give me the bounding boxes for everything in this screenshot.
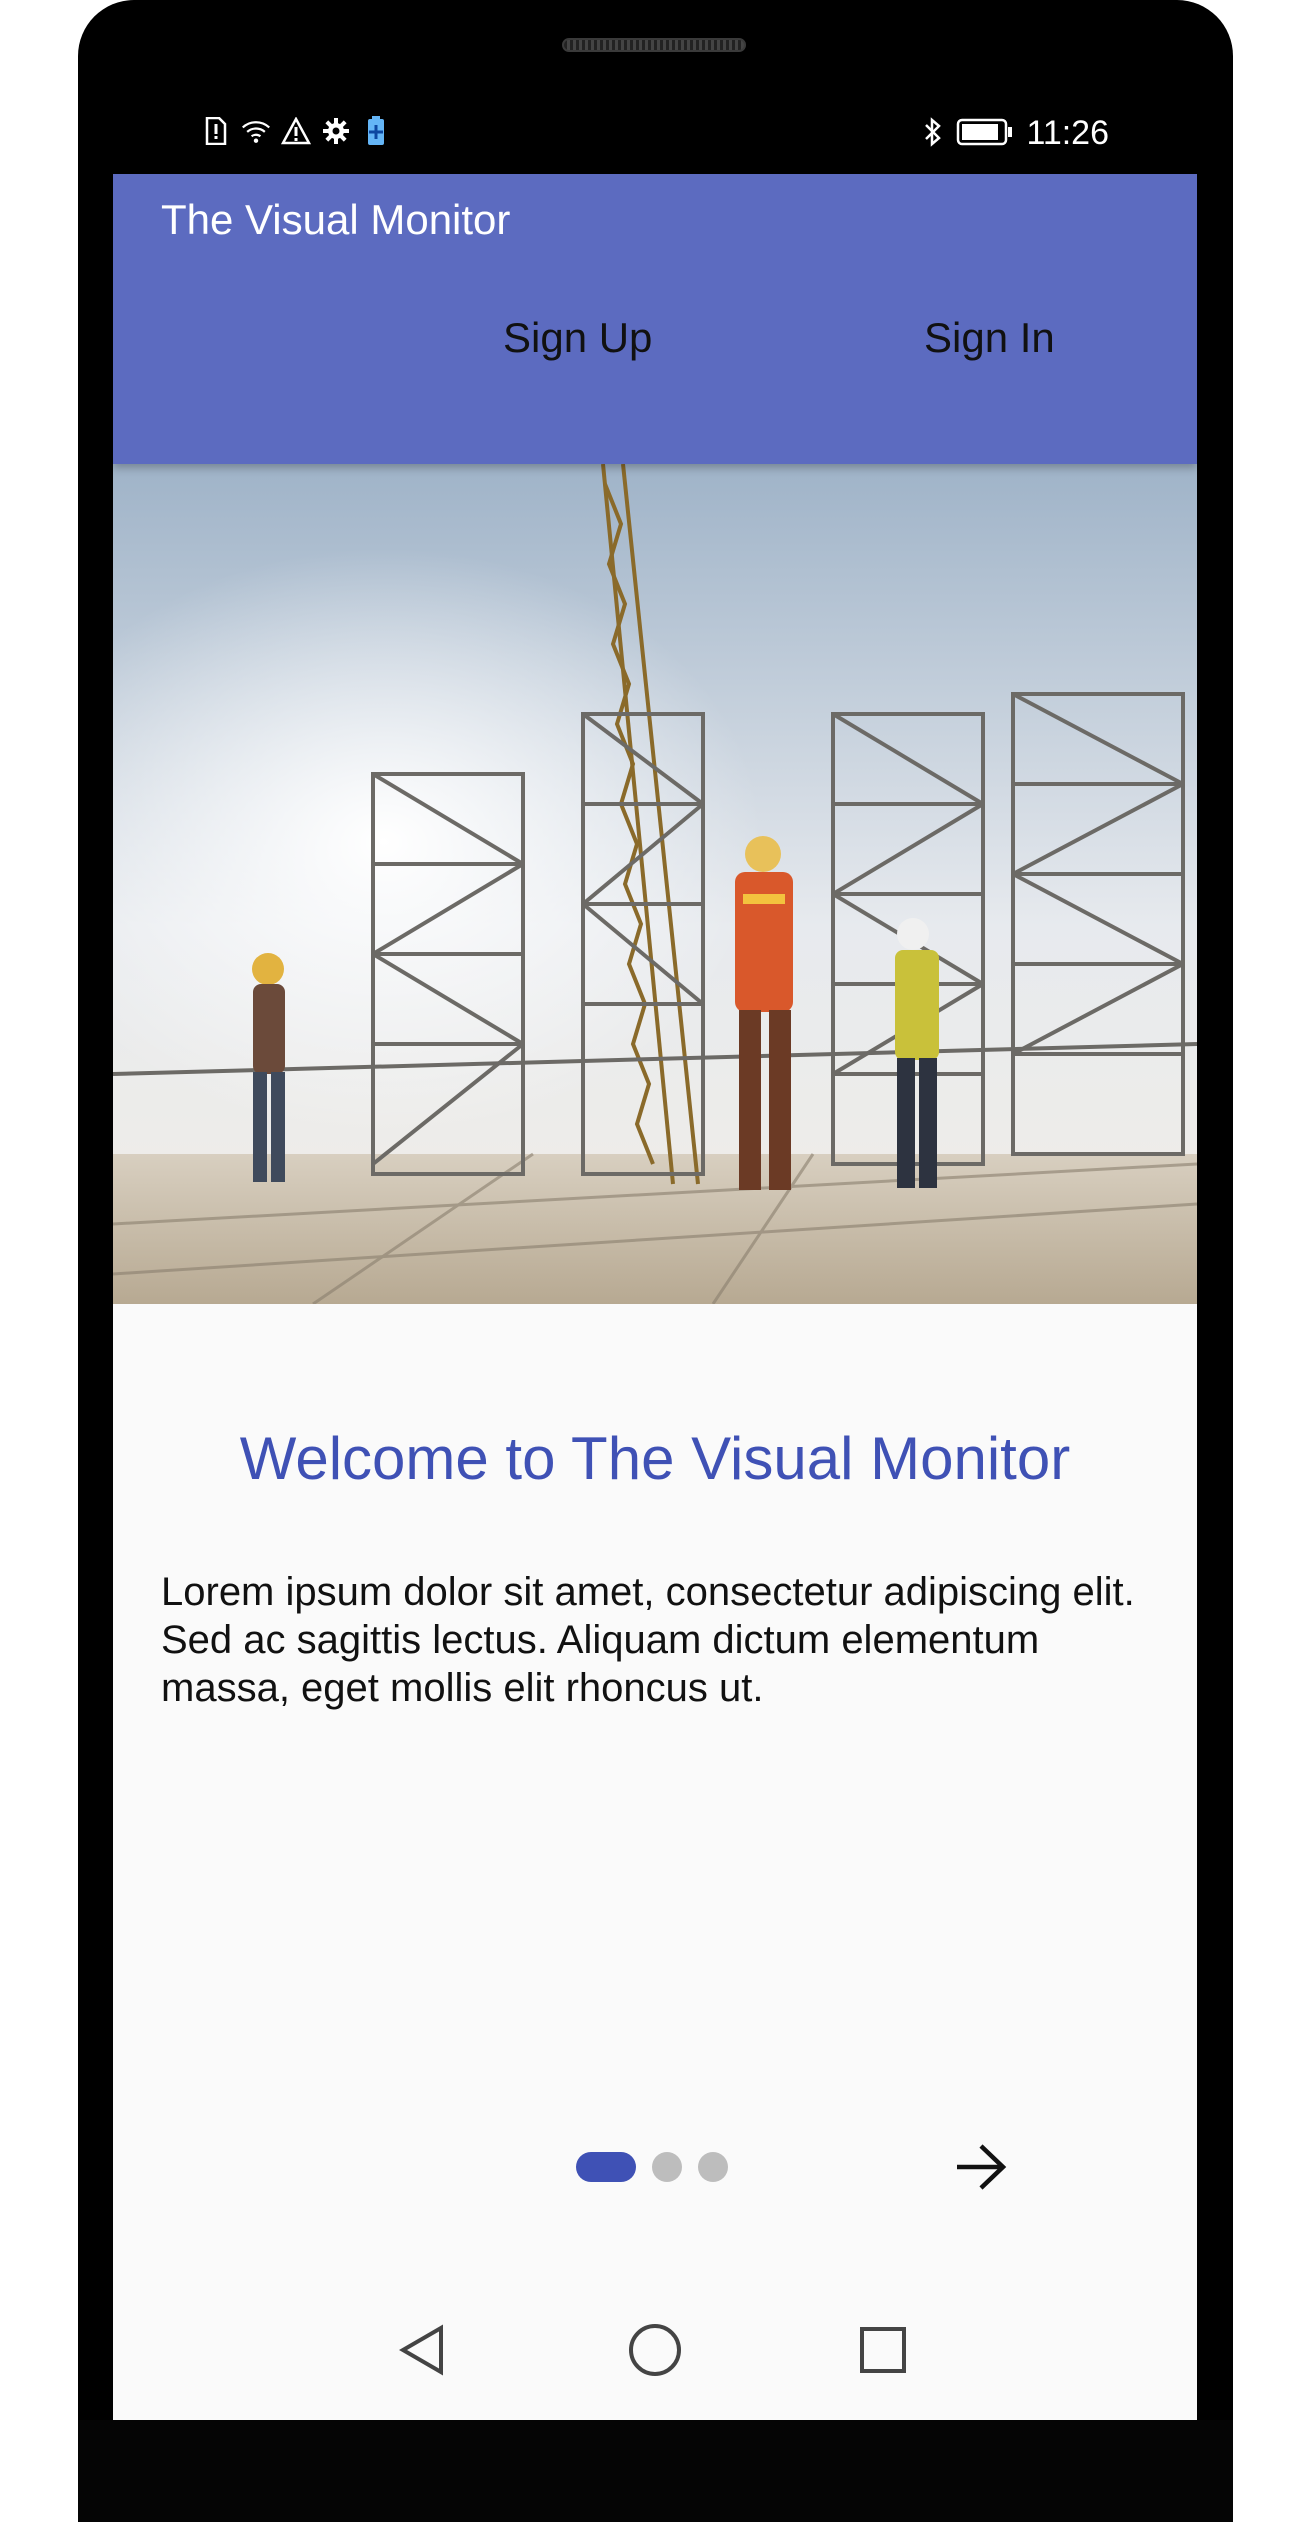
arrow-right-icon: [953, 2144, 1009, 2196]
sim-alert-icon: [201, 116, 231, 146]
status-bar: 11:26: [113, 100, 1197, 174]
tab-sign-in[interactable]: Sign In: [924, 314, 1055, 362]
page-indicator: [576, 2152, 728, 2182]
recents-square-icon: [853, 2327, 913, 2384]
back-triangle-icon: [393, 2324, 453, 2384]
gear-icon: [321, 116, 351, 146]
page-dot: [698, 2152, 728, 2182]
welcome-body-text: Lorem ipsum dolor sit amet, consectetur …: [161, 1570, 1135, 1710]
nav-recents-button[interactable]: [853, 2320, 913, 2380]
app-bar: The Visual Monitor Sign Up Sign In: [113, 174, 1197, 464]
status-time: 11:26: [1026, 114, 1109, 152]
page-dot: [652, 2152, 682, 2182]
phone-frame: 11:26 The Visual Monitor Sign Up Sign In: [78, 0, 1233, 2522]
construction-workers-scaffolding-image: [113, 464, 1197, 1304]
system-nav-bar: [113, 2284, 1197, 2420]
welcome-content: Welcome to The Visual Monitor Lorem ipsu…: [113, 1304, 1197, 2284]
wifi-icon: [241, 116, 271, 146]
page-dot-active: [576, 2152, 636, 2182]
welcome-heading: Welcome to The Visual Monitor: [239, 1425, 1071, 1492]
phone-chin: [78, 2420, 1233, 2522]
warning-icon: [281, 116, 311, 146]
bluetooth-icon: [922, 116, 944, 152]
tab-sign-up[interactable]: Sign Up: [503, 314, 652, 362]
app-title: The Visual Monitor: [161, 196, 511, 243]
battery-saver-icon: [361, 116, 391, 146]
status-left-icons: [201, 116, 391, 146]
nav-home-button[interactable]: [625, 2320, 685, 2380]
nav-back-button[interactable]: [393, 2320, 453, 2380]
status-right-icons: 11:26: [922, 114, 1109, 153]
battery-icon: [956, 117, 1014, 151]
home-circle-icon: [625, 2324, 685, 2384]
screen: 11:26 The Visual Monitor Sign Up Sign In: [113, 0, 1197, 2420]
next-button[interactable]: [953, 2142, 1009, 2192]
